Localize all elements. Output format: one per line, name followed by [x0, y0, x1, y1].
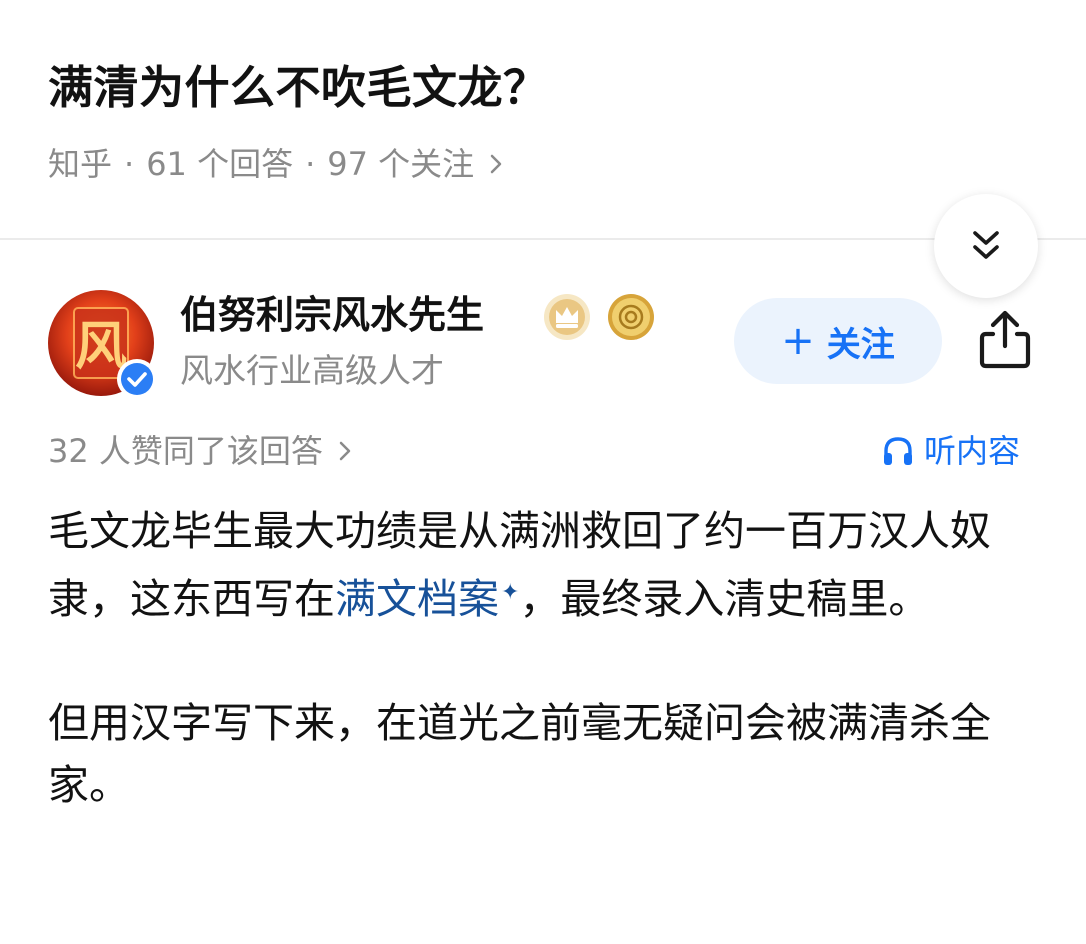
answers-count: 61 个回答 [146, 145, 294, 183]
keyword-text: 满文档案 [335, 575, 499, 623]
answer-paragraph: 毛文龙毕生最大功绩是从满洲救回了约一百万汉人奴隶，这东西写在满文档案✦，最终录入… [48, 500, 1048, 630]
meta-separator: · [305, 145, 316, 183]
collapse-button[interactable] [934, 194, 1038, 298]
follow-label: 关注 [826, 324, 895, 365]
listen-label: 听内容 [924, 432, 1021, 470]
votes-text: 32 人赞同了该回答 [48, 432, 323, 470]
author-name[interactable]: 伯努利宗风水先生 [180, 288, 484, 342]
verified-check-icon [117, 359, 157, 399]
section-divider [0, 238, 1086, 240]
question-meta[interactable]: 知乎 · 61 个回答 · 97 个关注 [48, 140, 506, 188]
keyword-link[interactable]: 满文档案✦ [335, 575, 519, 623]
answer-text: ，最终录入清史稿里。 [519, 575, 930, 623]
votes-link[interactable]: 32 人赞同了该回答 [48, 428, 355, 474]
author-description: 风水行业高级人才 [180, 351, 444, 390]
chevron-right-icon [490, 154, 502, 174]
coin-badge-icon[interactable] [606, 292, 656, 342]
plus-icon: + [781, 318, 815, 364]
keyword-sparkle-icon: ✦ [501, 580, 520, 605]
share-icon[interactable] [974, 306, 1036, 372]
answer-content: 毛文龙毕生最大功绩是从满洲救回了约一百万汉人奴隶，这东西写在满文档案✦，最终录入… [48, 500, 1048, 816]
follow-button[interactable]: + 关注 [734, 298, 942, 384]
question-title[interactable]: 满清为什么不吹毛文龙？ [48, 56, 549, 120]
chevron-right-icon [339, 441, 351, 461]
source-label: 知乎 [48, 145, 113, 183]
headphones-icon [884, 437, 912, 465]
double-chevron-down-icon [973, 231, 999, 259]
followers-count: 97 个关注 [327, 145, 475, 183]
crown-badge-icon[interactable] [542, 292, 592, 342]
answer-paragraph: 但用汉字写下来，在道光之前毫无疑问会被满清杀全家。 [48, 699, 991, 809]
meta-separator: · [124, 145, 135, 183]
listen-button[interactable]: 听内容 [880, 428, 1040, 474]
